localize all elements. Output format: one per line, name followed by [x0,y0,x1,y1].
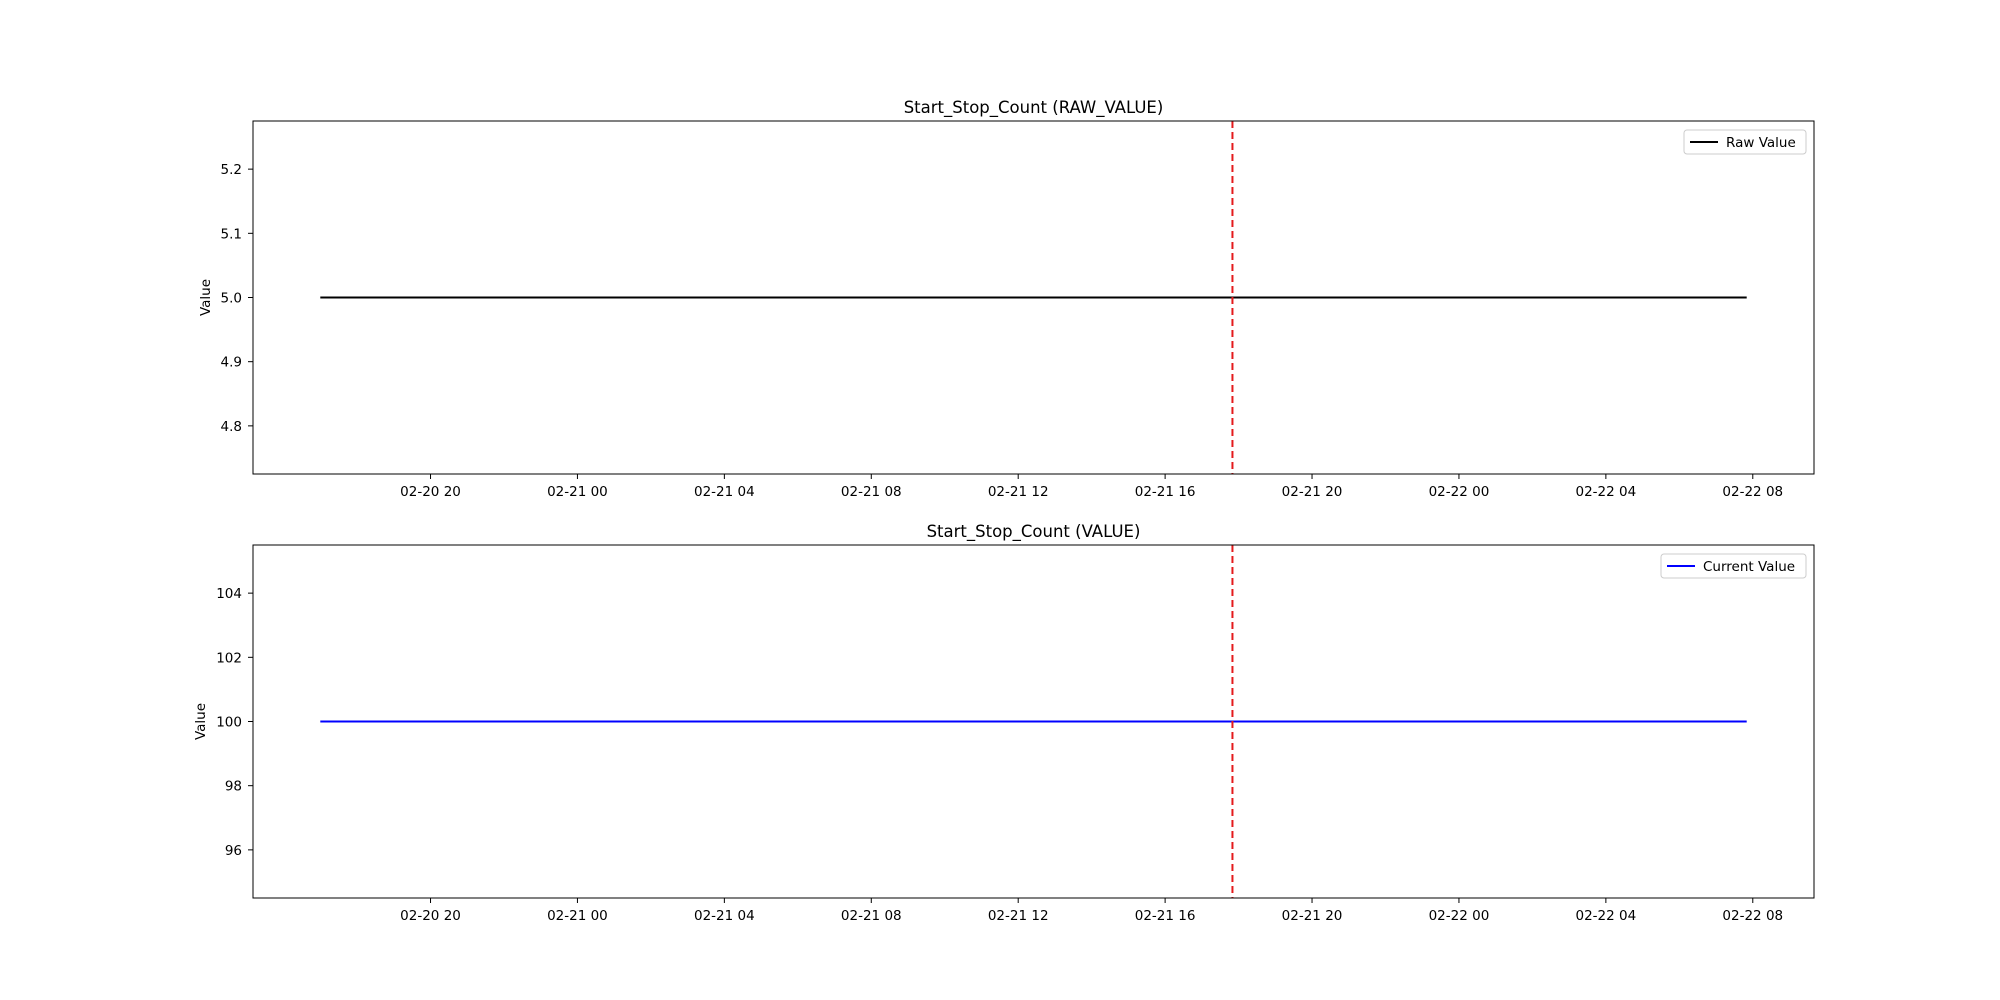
legend: Current Value [1660,553,1807,579]
x-tick-label: 02-22 08 [1722,484,1783,500]
x-tick-label: 02-20 20 [400,908,461,924]
legend-label-current-value: Current Value [1703,559,1795,575]
y-tick-label: 102 [216,650,242,666]
x-tick-label: 02-21 12 [988,908,1049,924]
y-axis-label: Value [193,703,209,740]
x-tick-label: 02-22 04 [1576,908,1637,924]
x-tick-label: 02-21 16 [1135,908,1196,924]
y-tick-label: 100 [216,715,242,731]
x-tick-label: 02-21 00 [547,908,608,924]
x-tick-label: 02-21 00 [547,484,608,500]
x-tick-label: 02-21 04 [694,484,755,500]
y-tick-label: 5.2 [221,162,242,178]
x-tick-label: 02-21 20 [1282,908,1343,924]
x-tick-label: 02-21 08 [841,908,902,924]
chart-title: Start_Stop_Count (RAW_VALUE) [904,98,1164,118]
x-tick-label: 02-21 12 [988,484,1049,500]
x-tick-label: 02-22 00 [1429,908,1490,924]
chart-title: Start_Stop_Count (VALUE) [927,522,1141,542]
y-tick-label: 5.0 [221,291,242,307]
x-tick-label: 02-21 20 [1282,484,1343,500]
legend: Raw Value [1683,129,1807,155]
x-tick-label: 02-22 00 [1429,484,1490,500]
x-tick-label: 02-22 08 [1722,908,1783,924]
y-tick-label: 104 [216,586,242,602]
x-tick-label: 02-21 16 [1135,484,1196,500]
figure: Start_Stop_Count (RAW_VALUE) Value 4.8 4.… [0,0,2000,1000]
legend-label-raw-value: Raw Value [1726,135,1796,151]
x-tick-label: 02-22 04 [1576,484,1637,500]
y-tick-label: 4.8 [221,419,242,435]
y-tick-label: 98 [225,779,242,795]
y-tick-label: 5.1 [221,226,242,242]
y-tick-label: 96 [225,843,242,859]
x-tick-label: 02-21 08 [841,484,902,500]
y-tick-label: 4.9 [221,355,242,371]
y-axis-label: Value [198,279,214,316]
x-tick-label: 02-20 20 [400,484,461,500]
x-tick-label: 02-21 04 [694,908,755,924]
